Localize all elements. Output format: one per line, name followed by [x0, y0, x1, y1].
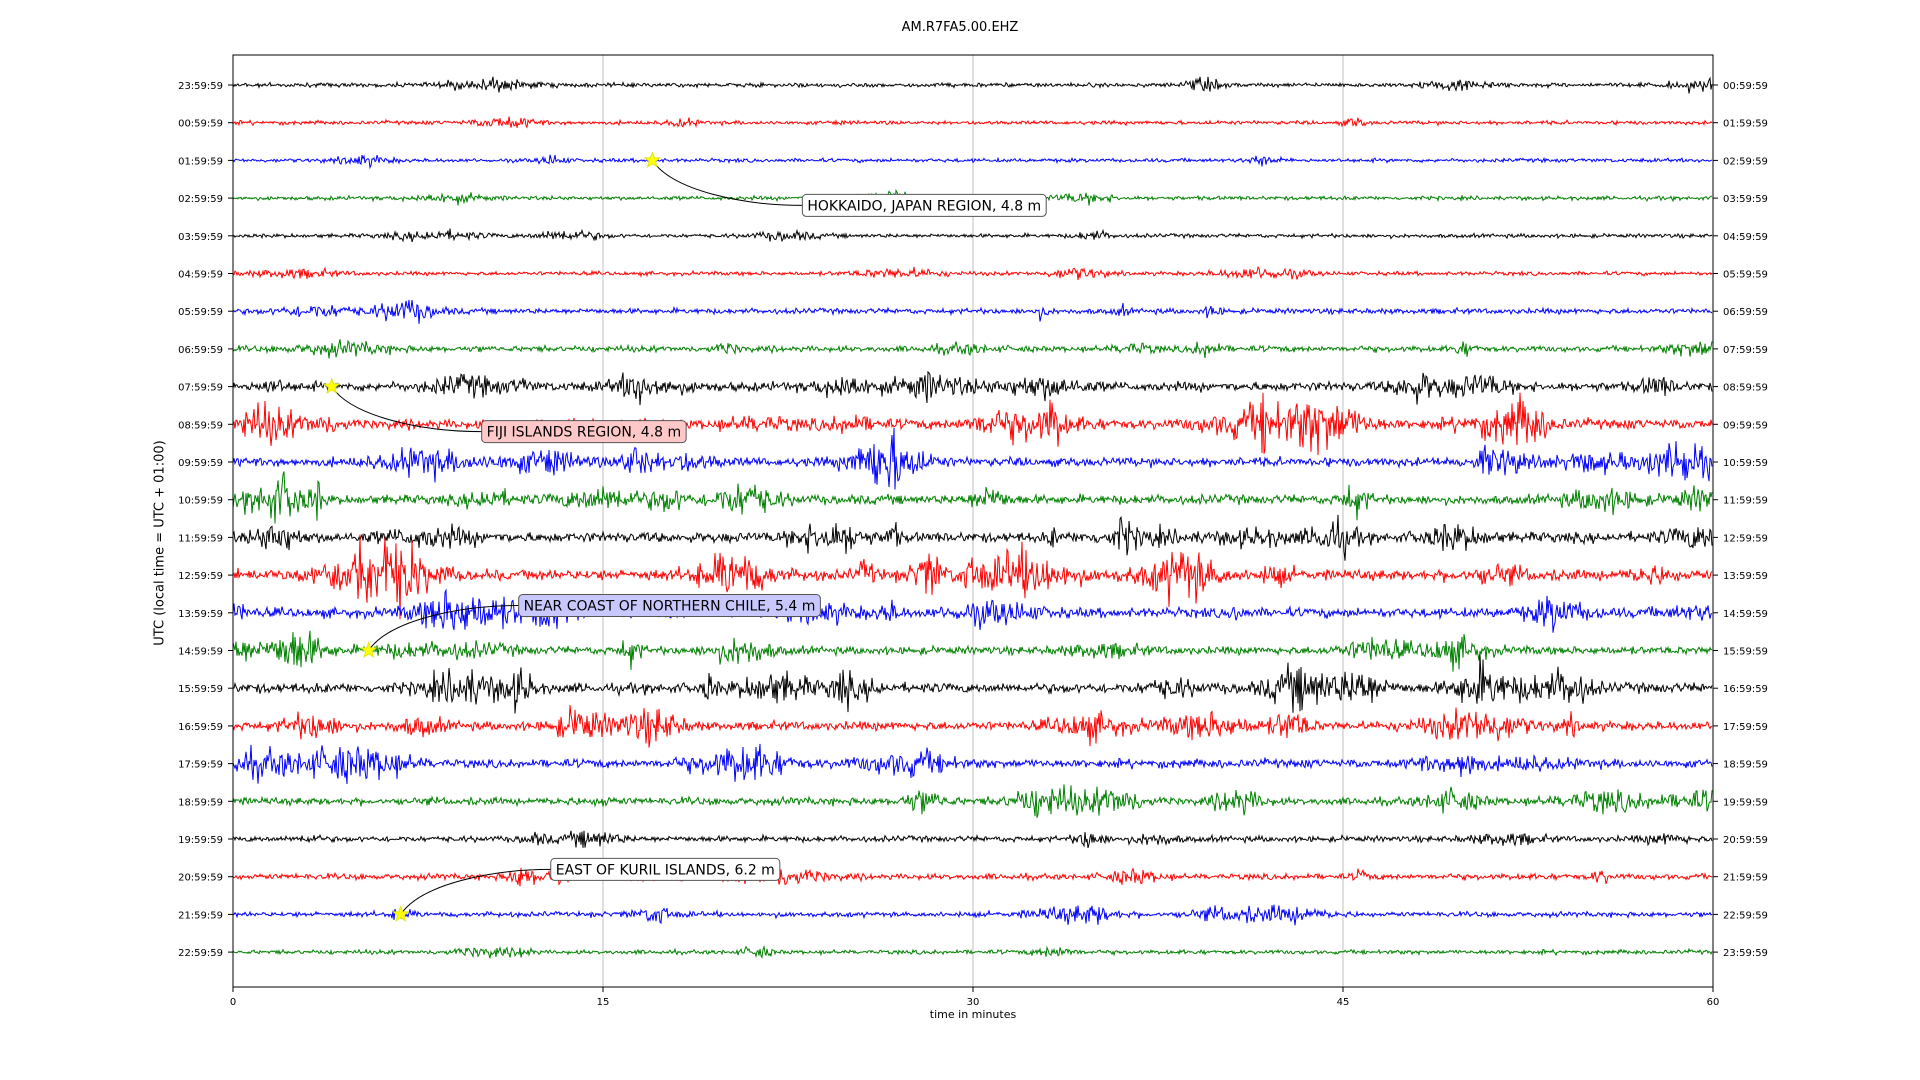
time-label-right: 22:59:59: [1723, 910, 1768, 921]
trace-row-5: [232, 266, 1713, 281]
time-label-left: 03:59:59: [178, 232, 223, 243]
trace-row-6: [232, 299, 1713, 324]
trace-row-18: [232, 743, 1713, 785]
time-label-left: 01:59:59: [178, 156, 223, 167]
time-label-right: 19:59:59: [1723, 797, 1768, 808]
time-label-left: 23:59:59: [178, 81, 223, 92]
time-label-right: 05:59:59: [1723, 270, 1768, 281]
event-annotation: HOKKAIDO, JAPAN REGION, 4.8 m: [801, 193, 1047, 217]
time-label-right: 04:59:59: [1723, 232, 1768, 243]
event-star-icon: [643, 151, 661, 168]
time-label-left: 20:59:59: [178, 873, 223, 884]
x-axis-label: time in minutes: [929, 1008, 1017, 1021]
time-label-right: 08:59:59: [1723, 383, 1768, 394]
time-label-right: 23:59:59: [1723, 948, 1768, 959]
x-tick-label: 60: [1707, 997, 1720, 1008]
x-tick-label: 15: [597, 997, 610, 1008]
trace-row-9: [232, 392, 1713, 456]
event-annotation: EAST OF KURIL ISLANDS, 6.2 m: [550, 857, 781, 881]
event-annotation: FIJI ISLANDS REGION, 4.8 m: [481, 420, 687, 444]
time-label-left: 17:59:59: [178, 760, 223, 771]
trace-row-19: [232, 784, 1713, 818]
time-label-left: 07:59:59: [178, 383, 223, 394]
time-label-left: 05:59:59: [178, 307, 223, 318]
time-label-left: 16:59:59: [178, 722, 223, 733]
time-label-left: 11:59:59: [178, 533, 223, 544]
event-star-icon: [323, 377, 341, 395]
trace-row-8: [232, 370, 1713, 406]
x-tick-label: 0: [230, 997, 236, 1008]
trace-row-21: [232, 867, 1713, 887]
event-label: NEAR COAST OF NORTHERN CHILE, 5.4 m: [524, 599, 816, 615]
time-label-right: 03:59:59: [1723, 194, 1768, 205]
trace-row-16: [232, 654, 1713, 714]
time-label-right: 20:59:59: [1723, 835, 1768, 846]
time-label-right: 10:59:59: [1723, 458, 1768, 469]
x-tick-label: 30: [967, 997, 980, 1008]
trace-row-12: [232, 514, 1713, 561]
time-label-left: 21:59:59: [178, 910, 223, 921]
trace-row-15: [232, 630, 1713, 672]
time-label-right: 02:59:59: [1723, 156, 1768, 167]
time-label-left: 18:59:59: [178, 797, 223, 808]
trace-row-22: [232, 904, 1713, 926]
time-label-right: 00:59:59: [1723, 81, 1768, 92]
time-label-right: 07:59:59: [1723, 345, 1768, 356]
seismogram-plot: 23:59:59 00:59:59 00:59:59 01:59:59 01:59:59…: [178, 54, 1768, 1008]
time-label-right: 11:59:59: [1723, 496, 1768, 507]
trace-row-14: [232, 588, 1713, 633]
time-label-right: 12:59:59: [1723, 533, 1768, 544]
event-label: FIJI ISLANDS REGION, 4.8 m: [487, 425, 681, 441]
time-label-left: 02:59:59: [178, 194, 223, 205]
time-label-left: 22:59:59: [178, 948, 223, 959]
time-label-left: 15:59:59: [178, 684, 223, 695]
time-label-right: 15:59:59: [1723, 647, 1768, 658]
time-label-left: 13:59:59: [178, 609, 223, 620]
time-label-left: 14:59:59: [178, 647, 223, 658]
y-axis-label: UTC (local time = UTC + 01:00): [152, 440, 168, 646]
trace-row-17: [232, 705, 1713, 748]
time-label-right: 01:59:59: [1723, 119, 1768, 130]
time-label-left: 10:59:59: [178, 496, 223, 507]
time-label-left: 08:59:59: [178, 420, 223, 431]
trace-row-11: [232, 471, 1713, 524]
trace-row-23: [232, 944, 1713, 959]
time-label-left: 19:59:59: [178, 835, 223, 846]
time-label-right: 21:59:59: [1723, 873, 1768, 884]
time-label-left: 12:59:59: [178, 571, 223, 582]
event-annotation: NEAR COAST OF NORTHERN CHILE, 5.4 m: [518, 594, 821, 617]
trace-row-20: [232, 830, 1713, 849]
time-label-right: 14:59:59: [1723, 609, 1768, 620]
event-label: EAST OF KURIL ISLANDS, 6.2 m: [556, 862, 775, 878]
x-tick-label: 45: [1337, 997, 1350, 1008]
time-label-right: 06:59:59: [1723, 307, 1768, 318]
time-label-left: 04:59:59: [178, 270, 223, 281]
time-label-right: 17:59:59: [1723, 722, 1768, 733]
trace-row-2: [232, 154, 1713, 170]
event-star-icon: [360, 641, 378, 658]
trace-row-7: [232, 339, 1713, 359]
time-label-right: 16:59:59: [1723, 684, 1768, 695]
time-label-left: 00:59:59: [178, 119, 223, 130]
trace-row-0: [232, 76, 1713, 94]
trace-row-4: [232, 228, 1713, 243]
time-label-right: 13:59:59: [1723, 571, 1768, 582]
time-label-right: 09:59:59: [1723, 420, 1768, 431]
time-label-left: 09:59:59: [178, 458, 223, 469]
trace-row-1: [232, 116, 1713, 129]
time-label-left: 06:59:59: [178, 345, 223, 356]
time-label-right: 18:59:59: [1723, 760, 1768, 771]
event-label: HOKKAIDO, JAPAN REGION, 4.8 m: [807, 198, 1041, 214]
